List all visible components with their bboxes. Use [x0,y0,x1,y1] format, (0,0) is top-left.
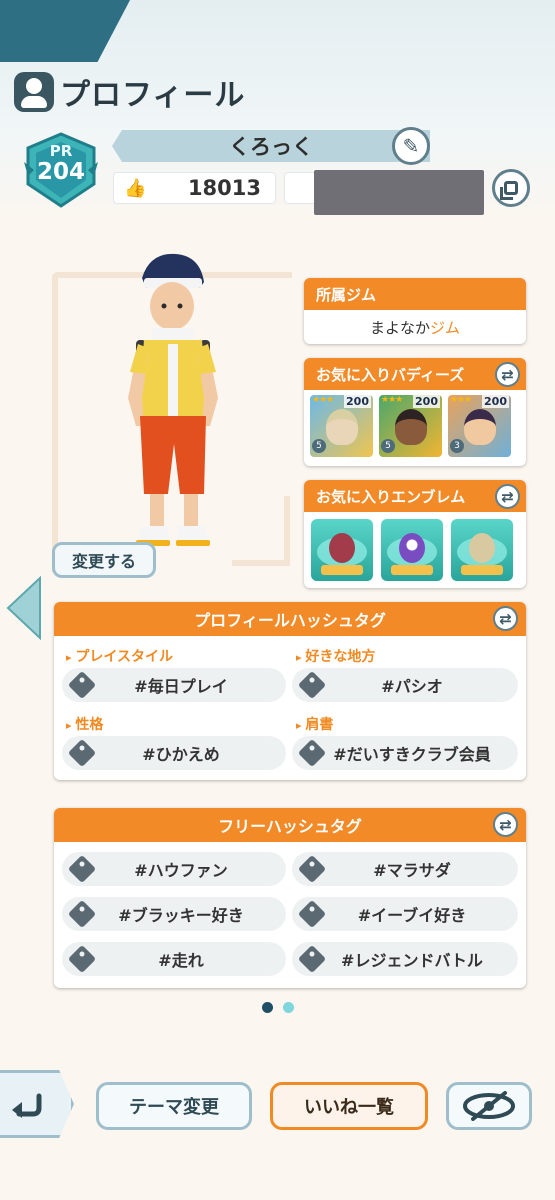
edit-name-button[interactable]: ✎ [392,127,430,165]
emblem-emblem-figure [469,533,495,563]
free-tag-text: #レジェンドバトル [341,951,483,970]
playstyle-tag[interactable]: #毎日プレイ [62,668,286,702]
title-value: #だいすきクラブ会員 [333,745,491,764]
favorite-region-value: #パシオ [381,677,443,696]
emblems-list [304,512,526,581]
trainer-character [128,253,218,546]
profile-hashtag-header: プロフィールハッシュタグ ⇄ [54,602,526,636]
back-arrow-icon [11,1093,41,1118]
buddy-slot[interactable]: ★★★ 200 5 [379,395,442,457]
pr-label: PR [49,142,73,160]
free-hashtag-panel: フリーハッシュタグ ⇄ #ハウファン #マラサダ #ブラッキー好き #イーブイ好… [54,808,526,988]
buddy-level: 200 [344,395,371,408]
emblem-base [461,565,503,575]
swap-icon[interactable]: ⇄ [493,812,518,837]
emblem-slot[interactable] [451,519,513,581]
redacted-trainer-id [314,170,484,215]
buddy-portrait [464,409,496,445]
free-tag[interactable]: #ハウファン [62,852,286,886]
gym-name-suffix: ジム [430,318,461,337]
free-tag-text: #イーブイ好き [357,906,467,925]
star-rating: ★★★ [450,395,472,405]
playstyle-value: #毎日プレイ [134,677,228,696]
page-dot-active[interactable] [262,1002,273,1013]
free-tag-text: #走れ [158,951,204,970]
buddies-card-header: お気に入りバディーズ ⇄ [304,358,526,390]
gym-card[interactable]: 所属ジム まよなか ジム [304,278,526,344]
playstyle-label: プレイスタイル [66,646,173,666]
character-frame-corner [232,496,290,566]
buddies-card-title: お気に入りバディーズ [316,365,465,384]
previous-page-arrow[interactable] [6,576,42,640]
free-tag-text: #ハウファン [134,861,228,880]
likes-count: 18013 [187,176,261,200]
likes-box: 👍 18013 [113,172,276,204]
buddy-portrait [395,409,427,445]
free-tag-text: #ブラッキー好き [118,906,244,925]
swap-icon[interactable]: ⇄ [495,362,520,387]
pr-value: 204 [36,159,85,185]
hide-eye-icon [463,1091,515,1121]
emblem-base [391,565,433,575]
pr-badge: PR 204 [22,132,100,208]
buddy-move-count: 5 [312,439,326,453]
emblem-base [321,565,363,575]
free-tag-text: #マラサダ [373,861,451,880]
favorite-region-tag[interactable]: #パシオ [292,668,518,702]
emblem-slot[interactable] [381,519,443,581]
profile-hashtag-title: プロフィールハッシュタグ [194,611,386,630]
page-title-row: プロフィール [14,70,245,114]
buddy-portrait [326,409,358,445]
title-label: 肩書 [296,714,333,734]
free-hashtag-title: フリーハッシュタグ [218,817,362,836]
emblem-emblem-figure [329,533,355,563]
profile-hashtag-panel: プロフィールハッシュタグ ⇄ プレイスタイル #毎日プレイ 好きな地方 #パシオ… [54,602,526,780]
change-theme-button[interactable]: テーマ変更 [96,1082,252,1130]
title-tag[interactable]: #だいすきクラブ会員 [292,736,518,770]
swap-icon[interactable]: ⇄ [493,606,518,631]
gym-card-title: 所属ジム [304,278,526,310]
free-hashtag-header: フリーハッシュタグ ⇄ [54,808,526,842]
emblems-card-title: お気に入りエンブレム [316,487,466,506]
free-tag[interactable]: #走れ [62,942,286,976]
trainer-name: くろっく [229,135,313,159]
buddy-slot[interactable]: ★★★ 200 5 [310,395,373,457]
free-tag[interactable]: #マラサダ [292,852,518,886]
free-tag[interactable]: #イーブイ好き [292,897,518,931]
trainer-name-bar: くろっく [112,130,430,162]
change-outfit-button[interactable]: 変更する [52,542,156,578]
personality-tag[interactable]: #ひかえめ [62,736,286,770]
back-button[interactable] [0,1070,74,1138]
buddy-move-count: 5 [381,439,395,453]
likes-list-button[interactable]: いいね一覧 [270,1082,428,1130]
buddy-level: 200 [482,395,509,408]
thumbs-up-icon: 👍 [124,177,147,199]
emblems-card-header: お気に入りエンブレム ⇄ [304,480,526,512]
hide-ui-button[interactable] [446,1082,532,1130]
gym-name: まよなか ジム [304,310,526,344]
personality-label: 性格 [66,714,103,734]
gym-name-prefix: まよなか [369,318,430,337]
swap-icon[interactable]: ⇄ [495,484,520,509]
favorite-emblems-card[interactable]: お気に入りエンブレム ⇄ [304,480,526,588]
favorite-region-label: 好きな地方 [296,646,375,666]
buddy-slot[interactable]: ★★★ 200 3 [448,395,511,457]
free-tag[interactable]: #ブラッキー好き [62,897,286,931]
page-title: プロフィール [60,78,246,113]
master-ball-icon [399,533,425,563]
personality-value: #ひかえめ [142,745,220,764]
star-rating: ★★★ [312,395,334,405]
buddy-level: 200 [413,395,440,408]
favorite-buddies-card[interactable]: お気に入りバディーズ ⇄ ★★★ 200 5 ★★★ 200 5 ★★★ 200… [304,358,526,466]
profile-icon [14,72,54,112]
copy-id-button[interactable] [492,169,530,207]
star-rating: ★★★ [381,395,403,405]
emblem-slot[interactable] [311,519,373,581]
copy-icon [500,181,518,200]
pencil-icon: ✎ [402,134,420,158]
free-tag[interactable]: #レジェンドバトル [292,942,518,976]
page-dot[interactable] [283,1002,294,1013]
buddies-list: ★★★ 200 5 ★★★ 200 5 ★★★ 200 3 [304,390,526,457]
buddy-move-count: 3 [450,439,464,453]
